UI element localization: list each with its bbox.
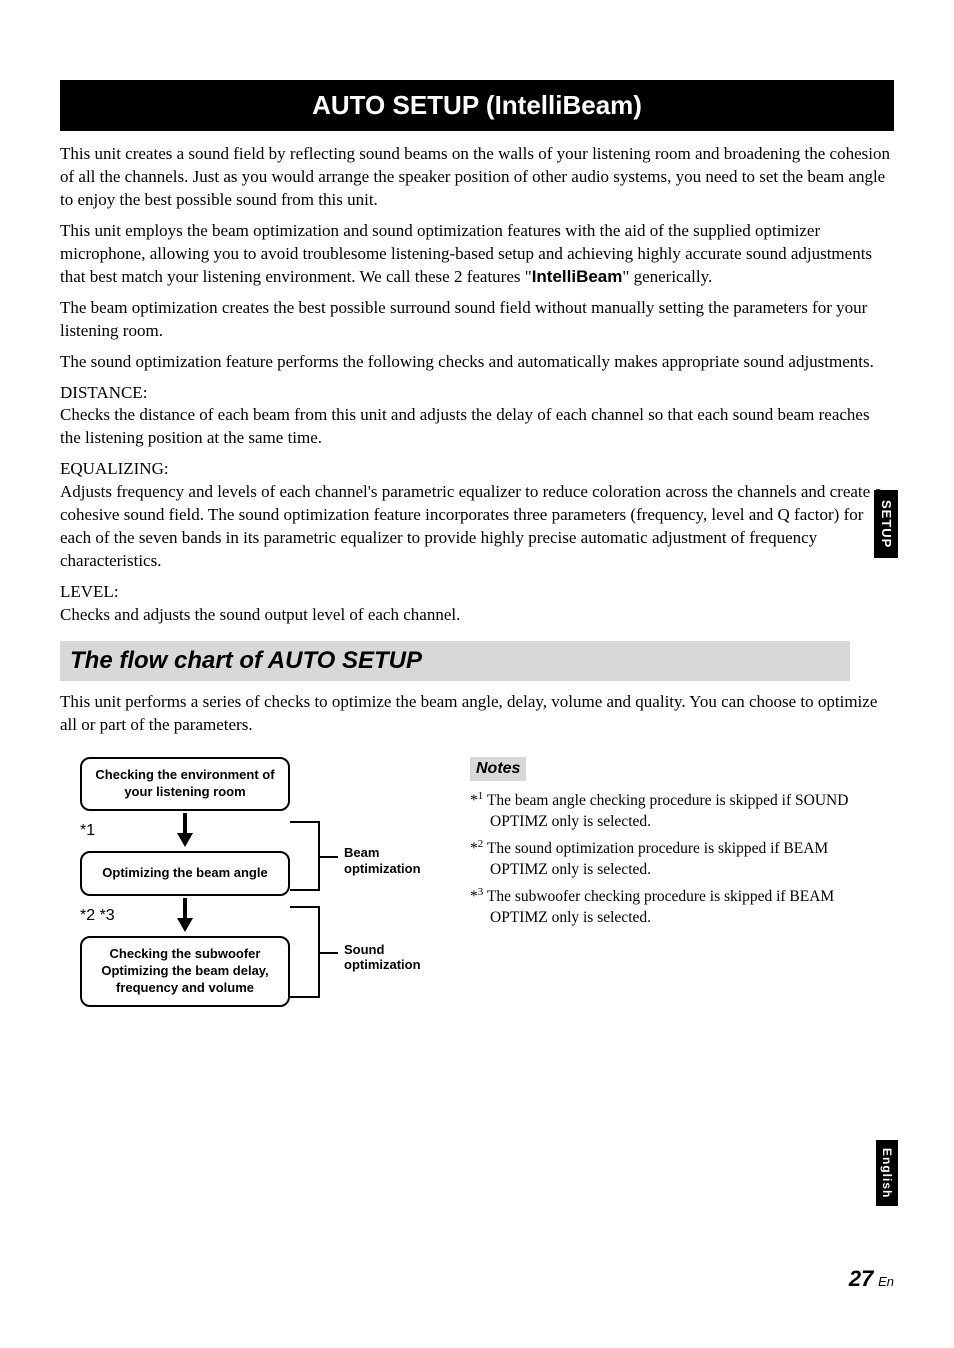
- asterisk-1: *1: [80, 820, 95, 842]
- page-number-lang: En: [878, 1274, 894, 1289]
- bracket-sound: [290, 906, 320, 998]
- intro-paragraph-3: The beam optimization creates the best p…: [60, 297, 894, 343]
- intellibeam-term: IntelliBeam: [532, 267, 623, 286]
- side-tab-english: English: [876, 1140, 898, 1206]
- distance-label: DISTANCE:: [60, 382, 894, 405]
- bracket-sound-mid: [320, 952, 338, 954]
- flow-box-3: Checking the subwoofer Optimizing the be…: [80, 936, 290, 1007]
- notes-section: Notes *1 The beam angle checking procedu…: [470, 757, 860, 933]
- bracket-beam: [290, 821, 320, 891]
- note-2: *2 The sound optimization procedure is s…: [470, 837, 860, 881]
- page-number-value: 27: [849, 1266, 873, 1291]
- equalizing-label: EQUALIZING:: [60, 458, 894, 481]
- side-tab-setup: SETUP: [874, 490, 898, 558]
- section-header: The flow chart of AUTO SETUP: [60, 641, 850, 681]
- page-number: 27 En: [849, 1264, 894, 1294]
- intro-paragraph-4: The sound optimization feature performs …: [60, 351, 894, 374]
- bracket-label-sound: Sound optimization: [344, 942, 440, 973]
- down-arrow-icon: [175, 898, 195, 932]
- intro2-part-a: This unit employs the beam optimization …: [60, 221, 872, 286]
- note-1: *1 The beam angle checking procedure is …: [470, 789, 860, 833]
- level-label: LEVEL:: [60, 581, 894, 604]
- bracket-beam-mid: [320, 856, 338, 858]
- bracket-label-beam: Beam optimization: [344, 845, 440, 876]
- flow-chart: Checking the environment of your listeni…: [60, 757, 440, 1006]
- flow-intro: This unit performs a series of checks to…: [60, 691, 894, 737]
- intro2-part-c: " generically.: [622, 267, 712, 286]
- equalizing-text: Adjusts frequency and levels of each cha…: [60, 481, 894, 573]
- note-3: *3 The subwoofer checking procedure is s…: [470, 885, 860, 929]
- down-arrow-icon: [175, 813, 195, 847]
- flow-box-2: Optimizing the beam angle: [80, 851, 290, 896]
- level-text: Checks and adjusts the sound output leve…: [60, 604, 894, 627]
- intro-paragraph-1: This unit creates a sound field by refle…: [60, 143, 894, 212]
- notes-header: Notes: [470, 757, 526, 781]
- flow-box-1: Checking the environment of your listeni…: [80, 757, 290, 811]
- intro-paragraph-2: This unit employs the beam optimization …: [60, 220, 894, 289]
- asterisk-2: *2 *3: [80, 905, 115, 927]
- page-title: AUTO SETUP (IntelliBeam): [60, 80, 894, 131]
- distance-text: Checks the distance of each beam from th…: [60, 404, 894, 450]
